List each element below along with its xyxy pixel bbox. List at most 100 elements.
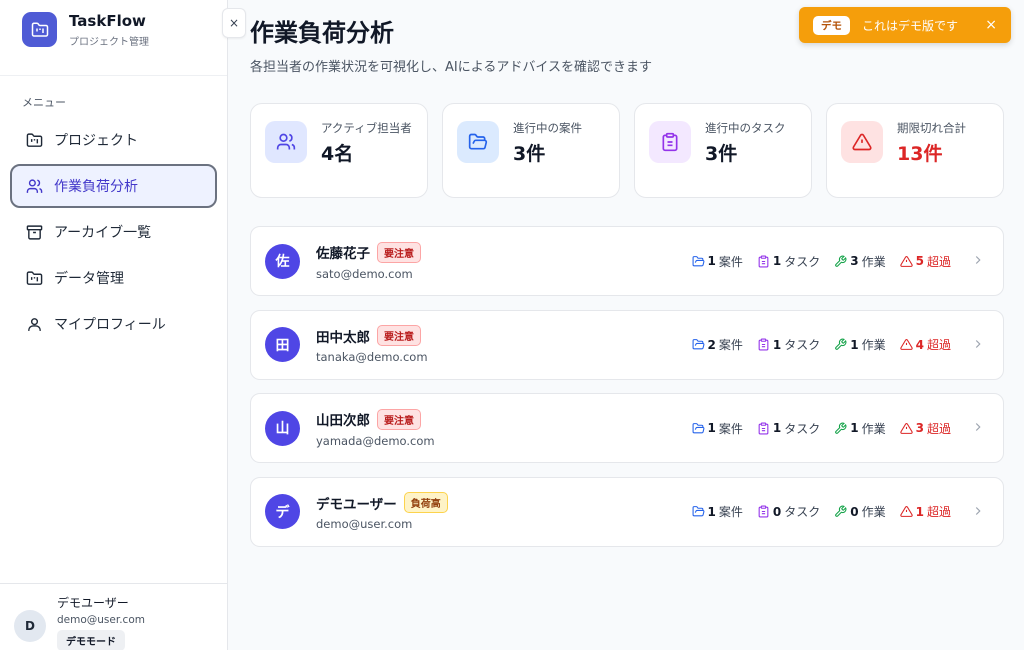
stat-value: 3件 [513, 142, 546, 165]
sidebar-item-archive[interactable]: アーカイブ一覧 [10, 210, 217, 254]
status-badge: 要注意 [377, 241, 421, 263]
folder-open-icon [692, 422, 704, 433]
user-email: demo@user.com [57, 614, 145, 626]
metric-label: 作業 [861, 505, 886, 519]
metric-label: 超過 [926, 338, 951, 352]
metric-label: 案件 [718, 338, 743, 352]
member-metrics: 2 案件 1 タスク 1 作業 4 超過 [692, 311, 951, 379]
stat-label: 期限切れ合計 [897, 121, 966, 135]
avatar: 田 [265, 327, 300, 362]
brand[interactable]: TaskFlow プロジェクト管理 [0, 0, 227, 76]
status-badge: 要注意 [377, 408, 421, 430]
member-metrics: 1 案件 1 タスク 3 作業 5 超過 [692, 227, 951, 295]
sidebar-nav: プロジェクト 作業負荷分析 アーカイブ一覧 データ管理 マイプロフィール [0, 118, 227, 346]
stats-cards: アクティブ担当者 4名 進行中の案件 3件 進行中のタスク 3件 期限切れ合計 … [250, 103, 1004, 198]
clipboard-icon [649, 121, 691, 163]
metric-projects: 1 案件 [692, 503, 743, 520]
metric-works: 1 作業 [834, 420, 886, 437]
member-name: 田中太郎 [316, 329, 370, 346]
avatar: 山 [265, 410, 300, 446]
metric-value: 1 [915, 504, 924, 519]
metric-value: 1 [772, 337, 782, 352]
chevron-right-icon [971, 502, 985, 524]
metric-value: 1 [850, 421, 859, 435]
member-email: yamada@demo.com [316, 433, 435, 448]
alert-triangle-icon [841, 121, 883, 163]
sidebar: TaskFlow プロジェクト管理 メニュー プロジェクト 作業負荷分析 アーカ… [0, 0, 228, 650]
metric-label: 超過 [926, 505, 951, 519]
metric-tasks: 0 タスク [757, 503, 820, 520]
metric-projects: 1 案件 [692, 253, 743, 270]
stat-overdue-total: 期限切れ合計 13件 [826, 103, 1004, 198]
folder-open-icon [692, 339, 704, 350]
member-row[interactable]: 田 田中太郎 要注意 tanaka@demo.com 2 案件 1 タスク 1 [250, 309, 1004, 380]
metric-tasks: 1 タスク [757, 336, 820, 353]
sidebar-item-projects[interactable]: プロジェクト [10, 118, 217, 162]
folder-open-icon [457, 121, 499, 163]
user-name: デモユーザー [57, 596, 129, 610]
clipboard-icon [758, 338, 769, 351]
archive-icon [24, 222, 44, 242]
sidebar-item-profile[interactable]: マイプロフィール [10, 302, 217, 346]
metric-overdue: 4 超過 [899, 336, 951, 353]
metric-label: 作業 [861, 338, 886, 352]
member-list: 佐 佐藤花子 要注意 sato@demo.com 1 案件 1 タスク 3 作業… [250, 226, 1004, 560]
metric-label: 作業 [861, 254, 886, 269]
sidebar-item-data[interactable]: データ管理 [10, 256, 217, 300]
users-icon [24, 176, 44, 196]
stat-active-tasks: 進行中のタスク 3件 [634, 103, 812, 198]
metric-tasks: 1 タスク [757, 420, 820, 437]
demo-banner: デモ これはデモ版です × [799, 7, 1011, 43]
status-badge: 負荷高 [403, 492, 448, 513]
sidebar-user[interactable]: D デモユーザー demo@user.com デモモード [0, 583, 227, 650]
clipboard-icon [758, 422, 769, 434]
sidebar-item-label: 作業負荷分析 [54, 179, 138, 195]
stat-label: アクティブ担当者 [321, 121, 412, 135]
metric-value: 0 [850, 504, 859, 519]
demo-tag: デモ [813, 15, 850, 35]
folder-kanban-icon [24, 268, 44, 288]
metric-projects: 2 案件 [692, 336, 743, 353]
sidebar-item-label: マイプロフィール [54, 317, 166, 333]
avatar: D [14, 610, 46, 642]
member-row[interactable]: 佐 佐藤花子 要注意 sato@demo.com 1 案件 1 タスク 3 作業… [250, 226, 1004, 296]
brand-subtitle: プロジェクト管理 [69, 36, 149, 48]
metric-value: 1 [772, 421, 782, 435]
metric-works: 1 作業 [834, 336, 886, 353]
metric-label: タスク [784, 505, 821, 519]
member-row[interactable]: 山 山田次郎 要注意 yamada@demo.com 1 案件 1 タスク 1 [250, 393, 1004, 463]
stat-active-projects: 進行中の案件 3件 [442, 103, 620, 198]
demo-mode-badge: デモモード [57, 630, 125, 650]
chevron-right-icon [971, 335, 985, 357]
stat-label: 進行中の案件 [513, 121, 582, 135]
folder-open-icon [692, 506, 704, 517]
member-metrics: 1 案件 1 タスク 1 作業 3 超過 [692, 394, 951, 462]
metric-projects: 1 案件 [692, 420, 743, 437]
user-icon [24, 314, 44, 334]
chevron-right-icon [971, 251, 985, 273]
stat-active-members: アクティブ担当者 4名 [250, 103, 428, 198]
sidebar-item-label: データ管理 [54, 271, 124, 287]
chevron-right-icon [971, 418, 985, 440]
metric-label: タスク [784, 338, 821, 352]
clipboard-icon [758, 255, 769, 267]
member-row[interactable]: デ デモユーザー 負荷高 demo@user.com 1 案件 0 タスク 0 [250, 476, 1004, 547]
sidebar-item-label: プロジェクト [54, 133, 138, 149]
metric-value: 1 [707, 504, 716, 519]
metric-label: 案件 [718, 421, 743, 436]
demo-text: これはデモ版です [862, 18, 959, 33]
alert-triangle-icon [899, 506, 913, 517]
metric-label: 超過 [926, 254, 951, 269]
brand-name: TaskFlow [69, 11, 146, 30]
wrench-icon [835, 422, 847, 434]
metric-value: 0 [772, 504, 782, 519]
folder-kanban-icon [22, 12, 57, 47]
collapse-sidebar-button[interactable]: × [222, 8, 246, 38]
metric-tasks: 1 タスク [757, 253, 820, 270]
stat-label: 進行中のタスク [705, 121, 786, 135]
sidebar-item-workload[interactable]: 作業負荷分析 [10, 164, 217, 208]
metric-overdue: 1 超過 [899, 503, 951, 520]
metric-value: 4 [915, 337, 924, 352]
close-icon[interactable]: × [985, 17, 997, 33]
stat-value: 13件 [897, 142, 943, 165]
